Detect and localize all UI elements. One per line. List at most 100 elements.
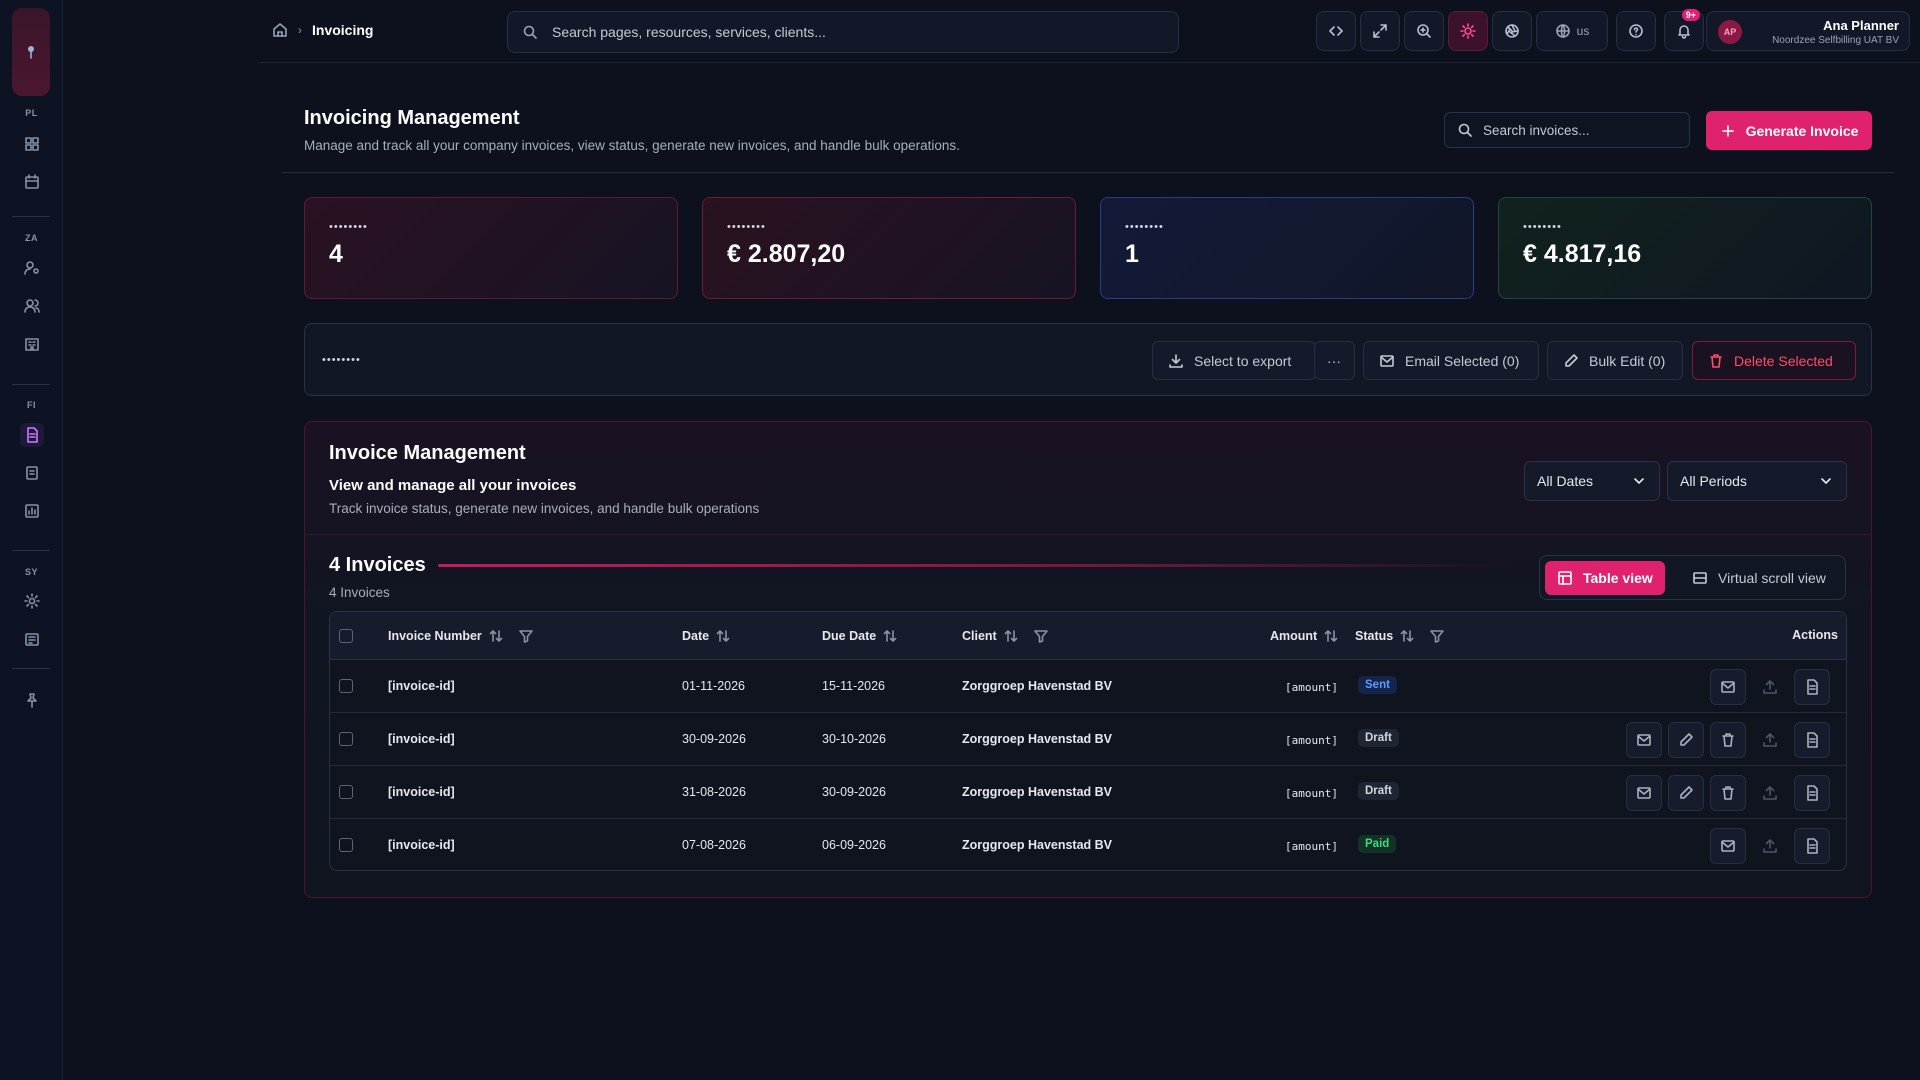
notifications-button[interactable]: 9+ (1664, 9, 1704, 51)
zoom-button[interactable] (1404, 11, 1444, 51)
generate-invoice-button[interactable]: Generate Invoice (1706, 111, 1872, 150)
invoice-number[interactable]: [invoice-id] (388, 732, 455, 746)
upload-invoice-button[interactable] (1752, 828, 1788, 864)
row-checkbox[interactable] (339, 732, 353, 746)
invoice-amount: [amount] (1285, 840, 1338, 853)
virtual-scroll-view-button[interactable]: Virtual scroll view (1680, 561, 1838, 595)
upload-invoice-button[interactable] (1752, 775, 1788, 811)
document-icon (1804, 838, 1820, 854)
users-icon[interactable] (20, 294, 44, 318)
bulk-edit-button[interactable]: Bulk Edit (0) (1547, 341, 1683, 380)
bell-icon (1676, 23, 1692, 39)
sort-icon[interactable] (1003, 628, 1019, 644)
user-menu[interactable]: AP Ana Planner Noordzee Selfbilling UAT … (1706, 11, 1910, 51)
document-settings-icon[interactable] (20, 627, 44, 651)
sort-icon[interactable] (715, 628, 731, 644)
building-icon[interactable] (20, 332, 44, 356)
document-icon (1804, 785, 1820, 801)
invoice-search-input[interactable] (1483, 122, 1683, 138)
help-button[interactable] (1616, 11, 1656, 51)
upload-invoice-button[interactable] (1752, 669, 1788, 705)
edit-invoice-button[interactable] (1668, 775, 1704, 811)
language-code: us (1576, 24, 1590, 38)
pencil-icon (1678, 732, 1694, 748)
user-settings-icon[interactable] (20, 256, 44, 280)
language-selector[interactable]: us (1536, 11, 1608, 51)
invoice-number[interactable]: [invoice-id] (388, 838, 455, 852)
delete-selected-label: Delete Selected (1734, 352, 1833, 369)
top-header: › Invoicing us 9+ AP Ana Planner Noordze… (257, 0, 1920, 63)
periods-select[interactable]: All Periods (1667, 461, 1847, 501)
column-status[interactable]: Status (1355, 628, 1445, 644)
upload-icon (1762, 838, 1778, 854)
gear-icon[interactable] (20, 589, 44, 613)
view-invoice-button[interactable] (1794, 669, 1830, 705)
pin-icon[interactable] (20, 688, 44, 712)
home-icon[interactable] (272, 22, 288, 38)
email-invoice-button[interactable] (1626, 722, 1662, 758)
filter-icon[interactable] (1033, 628, 1049, 644)
appearance-button[interactable] (1492, 11, 1532, 51)
delete-invoice-button[interactable] (1710, 775, 1746, 811)
column-amount[interactable]: Amount (1270, 628, 1339, 644)
view-invoice-button[interactable] (1794, 775, 1830, 811)
row-checkbox[interactable] (339, 785, 353, 799)
invoice-number[interactable]: [invoice-id] (388, 785, 455, 799)
email-selected-button[interactable]: Email Selected (0) (1363, 341, 1539, 380)
upload-invoice-button[interactable] (1752, 722, 1788, 758)
chart-icon[interactable] (20, 499, 44, 523)
status-badge: Paid (1358, 835, 1397, 853)
stat-value: € 2.807,20 (727, 240, 846, 268)
email-selected-label: Email Selected (0) (1405, 352, 1520, 369)
collapse-sidebar-button[interactable] (1316, 11, 1356, 51)
select-to-export-button[interactable]: Select to export (1152, 341, 1316, 380)
view-invoice-button[interactable] (1794, 828, 1830, 864)
table-row[interactable]: [invoice-id] 01-11-2026 15-11-2026 Zorgg… (330, 660, 1846, 713)
dashboard-icon[interactable] (20, 132, 44, 156)
page-title: Invoicing Management (304, 107, 520, 129)
app-logo[interactable] (12, 8, 50, 96)
receipt-icon[interactable] (20, 461, 44, 485)
row-checkbox[interactable] (339, 838, 353, 852)
invoice-number[interactable]: [invoice-id] (388, 679, 455, 693)
column-due-date[interactable]: Due Date (822, 628, 898, 644)
table-row[interactable]: [invoice-id] 31-08-2026 30-09-2026 Zorgg… (330, 766, 1846, 819)
trash-icon (1708, 353, 1724, 369)
global-search-input[interactable] (552, 24, 1152, 40)
theme-toggle-button[interactable] (1448, 11, 1488, 51)
select-all-checkbox[interactable] (339, 629, 353, 643)
upload-icon (1762, 679, 1778, 695)
delete-invoice-button[interactable] (1710, 722, 1746, 758)
table-row[interactable]: [invoice-id] 07-08-2026 06-09-2026 Zorgg… (330, 819, 1846, 870)
email-invoice-button[interactable] (1626, 775, 1662, 811)
table-row[interactable]: [invoice-id] 30-09-2026 30-10-2026 Zorgg… (330, 713, 1846, 766)
invoice-icon[interactable] (20, 423, 44, 447)
filter-icon[interactable] (518, 628, 534, 644)
sort-icon[interactable] (882, 628, 898, 644)
sort-icon[interactable] (488, 628, 504, 644)
stat-label: •••••••• (1125, 221, 1164, 233)
zoom-in-icon (1416, 23, 1432, 39)
periods-select-value: All Periods (1680, 473, 1747, 489)
column-date[interactable]: Date (682, 628, 731, 644)
more-options-button[interactable]: ··· (1314, 341, 1355, 380)
calendar-icon[interactable] (20, 170, 44, 194)
sort-icon[interactable] (1323, 628, 1339, 644)
table-view-label: Table view (1583, 570, 1653, 586)
global-search[interactable] (507, 11, 1179, 53)
email-invoice-button[interactable] (1710, 828, 1746, 864)
sort-icon[interactable] (1399, 628, 1415, 644)
delete-selected-button[interactable]: Delete Selected (1692, 341, 1856, 380)
row-checkbox[interactable] (339, 679, 353, 693)
invoice-search[interactable] (1444, 112, 1690, 148)
view-invoice-button[interactable] (1794, 722, 1830, 758)
fullscreen-button[interactable] (1360, 11, 1400, 51)
stat-card: •••••••• 4 (304, 197, 678, 299)
column-client[interactable]: Client (962, 628, 1049, 644)
table-view-button[interactable]: Table view (1545, 561, 1665, 595)
edit-invoice-button[interactable] (1668, 722, 1704, 758)
email-invoice-button[interactable] (1710, 669, 1746, 705)
dates-select[interactable]: All Dates (1524, 461, 1660, 501)
filter-icon[interactable] (1429, 628, 1445, 644)
column-invoice-number[interactable]: Invoice Number (388, 628, 534, 644)
